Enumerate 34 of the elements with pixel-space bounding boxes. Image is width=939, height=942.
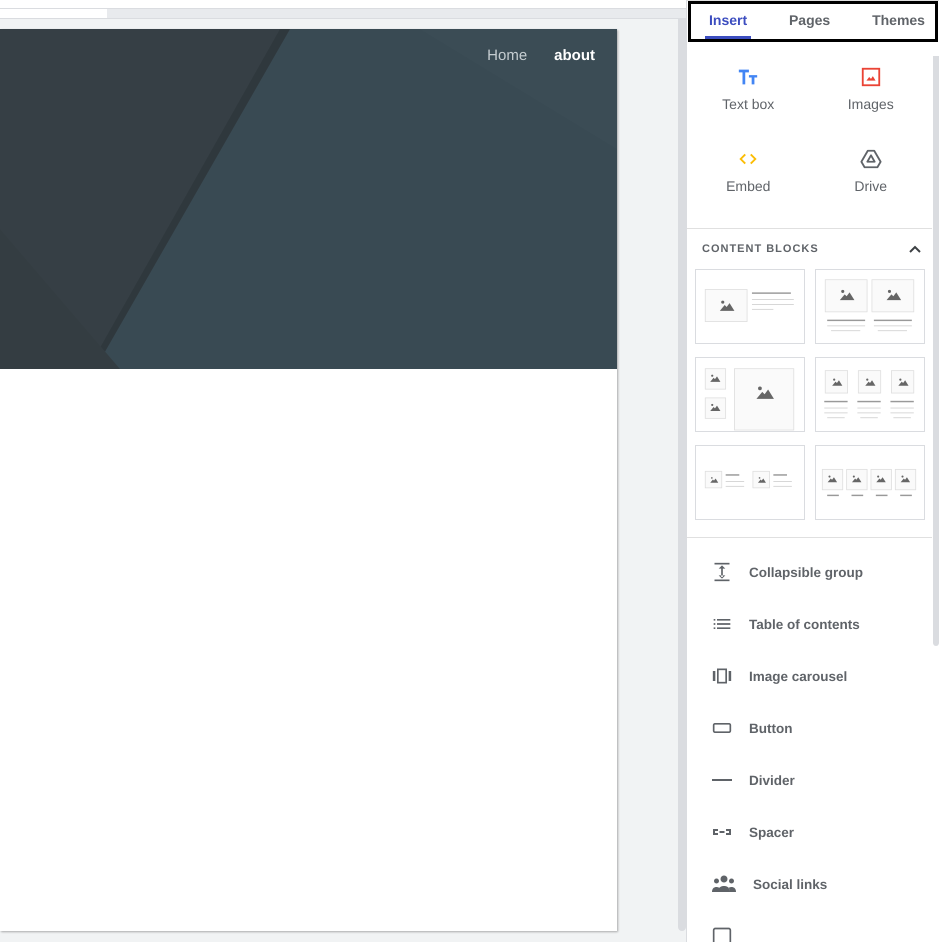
layout-thumbnail[interactable] bbox=[815, 445, 925, 520]
spacer-icon bbox=[713, 829, 731, 835]
chevron-up-icon[interactable] bbox=[908, 244, 922, 254]
component-item[interactable]: Table of contents bbox=[687, 598, 932, 650]
component-item[interactable]: Spacer bbox=[687, 806, 932, 858]
component-item[interactable]: Social links bbox=[687, 858, 932, 910]
expand-vertical-icon bbox=[712, 562, 732, 582]
tab[interactable]: Insert bbox=[705, 4, 752, 39]
component-item[interactable]: Button bbox=[687, 702, 932, 754]
layout-thumbnail[interactable] bbox=[695, 357, 805, 432]
drive-icon bbox=[860, 148, 882, 170]
people-icon bbox=[712, 874, 736, 894]
insert-button[interactable]: Drive bbox=[810, 134, 932, 216]
layout-thumbnail[interactable] bbox=[815, 357, 925, 432]
frame-icon bbox=[712, 926, 732, 942]
nav-link[interactable]: about bbox=[554, 47, 595, 64]
insert-button[interactable]: Embed bbox=[687, 134, 810, 216]
layout-thumbnail[interactable] bbox=[815, 269, 925, 344]
component-item[interactable]: Divider bbox=[687, 754, 932, 806]
component-item[interactable]: Image carousel bbox=[687, 650, 932, 702]
insert-button[interactable]: Images bbox=[810, 52, 932, 134]
tab[interactable]: Pages bbox=[784, 4, 834, 39]
layout-thumbnail[interactable] bbox=[695, 445, 805, 520]
carousel-icon bbox=[712, 666, 732, 686]
scroll-bar[interactable] bbox=[678, 19, 686, 931]
image-icon bbox=[860, 66, 882, 88]
nav-link[interactable]: Home bbox=[487, 47, 528, 64]
scroll-bar[interactable] bbox=[933, 56, 939, 646]
component-item[interactable]: Collapsible group bbox=[687, 546, 932, 598]
section-title: CONTENT BLOCKS bbox=[702, 243, 819, 255]
insert-button[interactable]: Text box bbox=[687, 52, 810, 134]
tab[interactable]: Themes bbox=[868, 4, 929, 39]
layout-thumbnail[interactable] bbox=[695, 269, 805, 344]
horizontal-line-icon bbox=[712, 779, 732, 781]
